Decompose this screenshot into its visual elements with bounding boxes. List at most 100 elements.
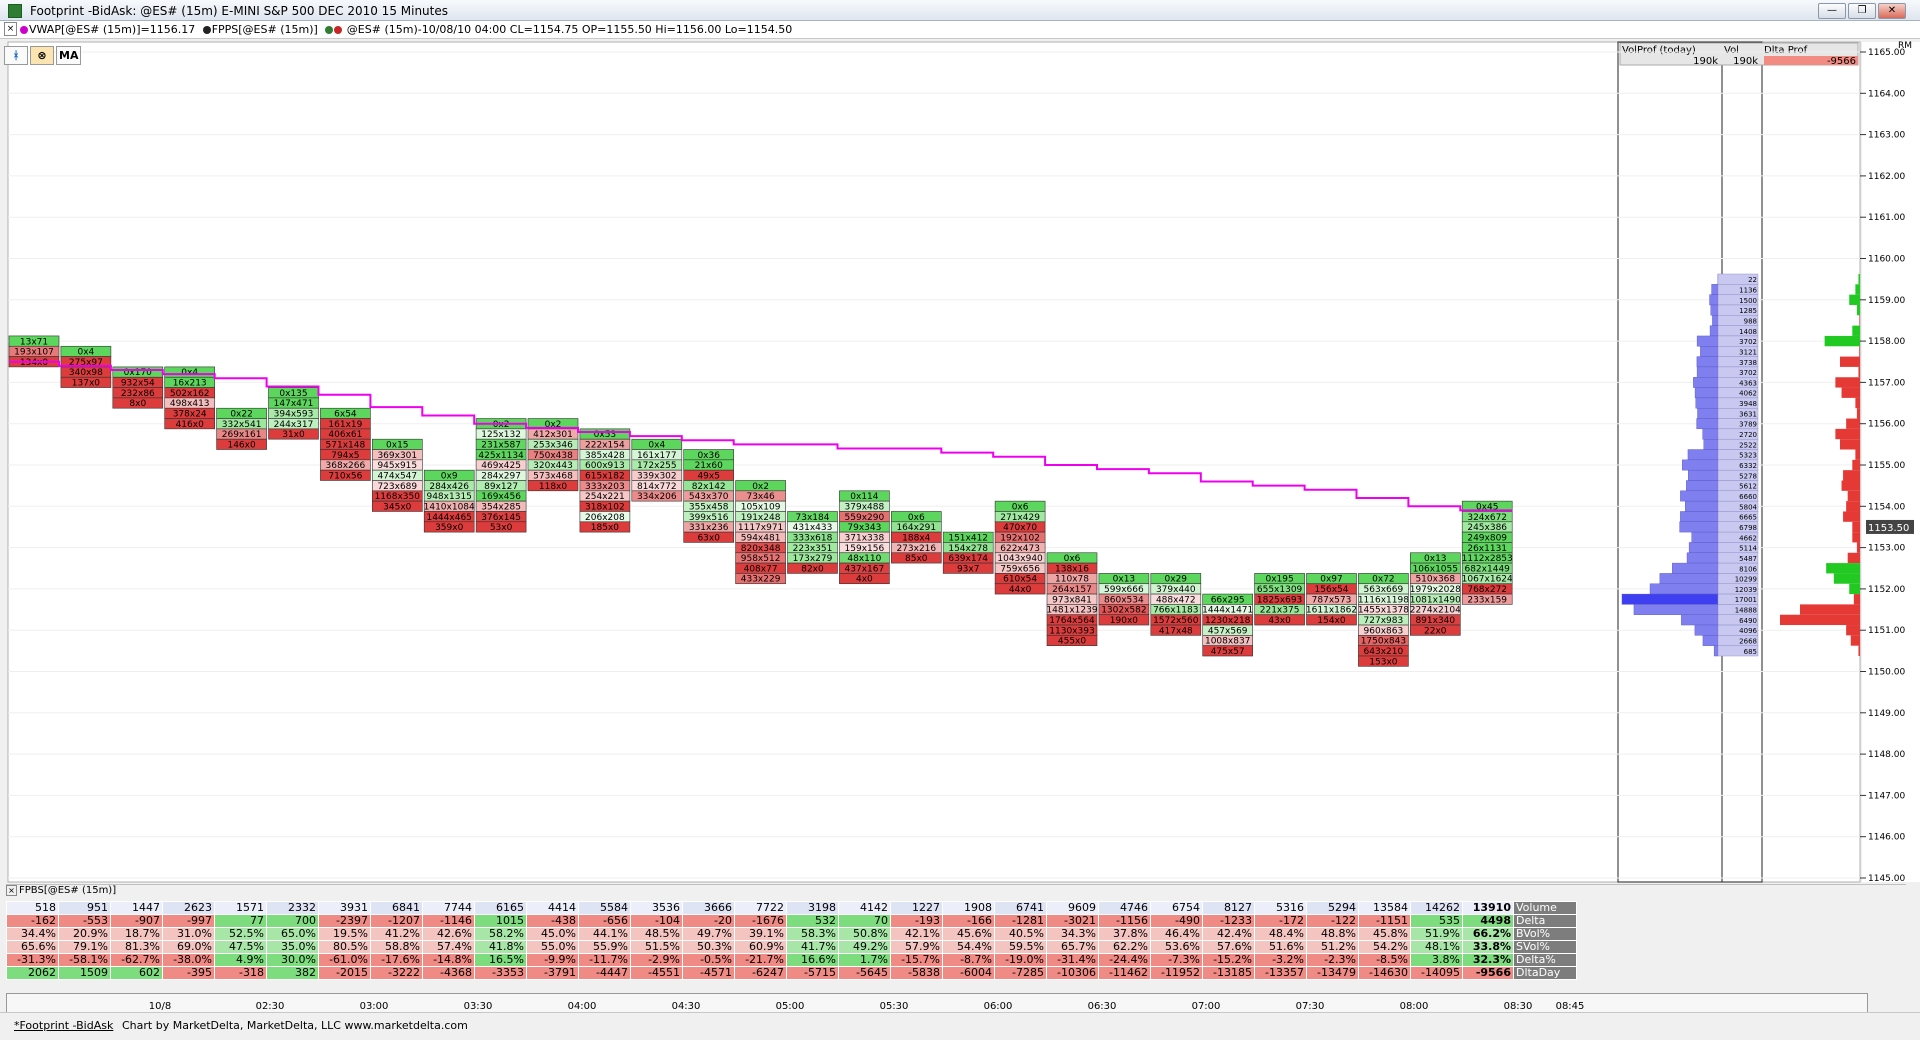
stats-cell: 951 (59, 902, 111, 915)
footprint-cell-label: 1444x465 (426, 513, 471, 523)
footprint-bar: 0x6138x16110x78264x157973x8411481x123917… (1046, 553, 1097, 647)
footprint-cell-label: 475x57 (1211, 647, 1245, 657)
vol-cell-label: 10299 (1735, 576, 1757, 584)
footprint-bar: 0x273x46105x109191x2481117x971594x481820… (736, 480, 786, 584)
time-label: 07:30 (1296, 1001, 1325, 1012)
chart-tool-button[interactable]: ᚼ (4, 46, 28, 65)
footprint-cell-label: 437x167 (845, 564, 885, 574)
stats-cell: 59.5% (995, 941, 1047, 954)
bar-info-label: @ES# (15m)-10/08/10 04:00 CL=1154.75 OP=… (347, 23, 792, 36)
footprint-bar: 0x6271x429470x70192x102622x4731043x94075… (995, 501, 1045, 595)
stats-cell: -193 (891, 915, 943, 928)
volume-profile-bar (1693, 377, 1718, 387)
stats-cell: 33.8% (1463, 941, 1514, 954)
footprint-cell-label: 333x203 (585, 482, 625, 492)
stats-cell: -2.3% (1307, 954, 1359, 967)
stats-cell: 48.8% (1307, 928, 1359, 941)
footprint-cell-label: 21x60 (695, 461, 724, 471)
footprint-chart[interactable]: VolProf (today)VolDlta Prof190k190k-9566… (0, 38, 1920, 884)
vol-cell-label: 3948 (1739, 400, 1757, 408)
delta-profile-bar (1780, 615, 1860, 625)
vol-cell-label: 3702 (1739, 369, 1757, 377)
time-label: 08:00 (1400, 1001, 1429, 1012)
stats-cell: 1509 (59, 967, 111, 980)
window-title: Footprint -BidAsk: @ES# (15m) E-MINI S&P… (30, 4, 448, 18)
chart-tab[interactable]: *Footprint -BidAsk (14, 1019, 113, 1032)
stats-cell: -0.5% (683, 954, 735, 967)
footprint-cell-label: 0x6 (1012, 502, 1029, 512)
footprint-cell-label: 891x340 (1415, 616, 1455, 626)
delta-profile-bar (1846, 625, 1860, 635)
minimize-button[interactable]: — (1818, 3, 1846, 19)
stats-row: 5189511447262315712332393168417744616544… (7, 902, 1577, 915)
volume-profile-bar (1696, 398, 1718, 408)
footprint-cell-label: 794x5 (331, 451, 359, 461)
footprint-cell-label: 79x343 (847, 523, 881, 533)
vol-cell-label: 3738 (1739, 359, 1757, 367)
stats-cell: -13357 (1255, 967, 1307, 980)
target-icon: ⊗ (37, 49, 46, 62)
vol-cell-label: 5114 (1739, 545, 1757, 553)
target-tool-button[interactable]: ⊗ (30, 46, 54, 65)
stats-cell: 42.4% (1203, 928, 1255, 941)
stats-cell: 6754 (1151, 902, 1203, 915)
stats-cell: 58.2% (475, 928, 527, 941)
footprint-bar: 66x2951444x14711230x218457x5691008x83747… (1202, 594, 1253, 657)
footprint-cell-label: 0x6 (1064, 554, 1081, 564)
footprint-cell-label: 31x0 (282, 430, 305, 440)
down-legend-dot (334, 26, 342, 34)
close-subpanel-icon[interactable]: × (6, 885, 17, 896)
volume-profile-bar (1688, 470, 1718, 480)
stats-cell: -2.9% (631, 954, 683, 967)
close-pane-icon[interactable]: × (4, 22, 17, 36)
footprint-cell-label: 385x428 (585, 451, 625, 461)
stats-cell: -5715 (787, 967, 839, 980)
footprint-cell-label: 1302x582 (1101, 606, 1146, 616)
vol-cell-label: 2522 (1739, 441, 1757, 449)
footprint-cell-label: 571x148 (326, 441, 366, 451)
maximize-button[interactable]: ❐ (1848, 3, 1876, 19)
stats-cell: 57.6% (1203, 941, 1255, 954)
stats-cell: -6247 (735, 967, 787, 980)
footprint-cell-label: 932x54 (121, 379, 155, 389)
vol-cell-label: 14888 (1735, 607, 1757, 615)
volume-profile-bar (1622, 594, 1718, 604)
price-label: 1162.00 (1868, 172, 1905, 182)
volume-profile-bar (1689, 542, 1718, 552)
delta-profile-bar (1849, 295, 1860, 305)
close-button[interactable]: ✕ (1878, 3, 1906, 19)
footprint-cell-label: 0x13 (1113, 575, 1136, 585)
footprint-bar: 0x195655x13091825x693221x37543x0 (1255, 573, 1305, 626)
ma-button[interactable]: MA (56, 46, 81, 65)
delta-profile-bar (1859, 346, 1860, 356)
stats-cell: 58.8% (371, 941, 423, 954)
footprint-cell-label: 600x913 (585, 461, 625, 471)
volprof-label: VolProf (today) (1622, 45, 1696, 56)
stats-cell: 54.2% (1359, 941, 1411, 954)
footprint-cell-label: 406x61 (328, 430, 362, 440)
stats-cell: -395 (163, 967, 215, 980)
footprint-cell-label: 457x569 (1208, 626, 1248, 636)
volume-profile-bar (1697, 408, 1718, 418)
time-label: 05:00 (776, 1001, 805, 1012)
stats-cell: 20.9% (59, 928, 111, 941)
footprint-cell-label: 0x2 (752, 482, 769, 492)
stats-cell: -9.9% (527, 954, 579, 967)
app-icon (8, 4, 22, 18)
stats-cell: 18.7% (111, 928, 163, 941)
stats-cell: 1571 (215, 902, 267, 915)
vol-cell-label: 4062 (1739, 390, 1757, 398)
footprint-cell-label: 172x255 (637, 461, 677, 471)
delta-profile-bar (1854, 594, 1860, 604)
footprint-cell-label: 66x295 (1211, 595, 1245, 605)
stats-cell: 9609 (1047, 902, 1099, 915)
volume-profile-bar (1634, 604, 1718, 614)
stats-cell: 41.2% (371, 928, 423, 941)
footprint-cell-label: 379x440 (1156, 585, 1196, 595)
stats-cell: -3021 (1047, 915, 1099, 928)
stats-cell: 60.9% (735, 941, 787, 954)
credit-text: Chart by MarketDelta, MarketDelta, LLC w… (122, 1019, 468, 1032)
stats-cell: -4368 (423, 967, 475, 980)
vol-cell-label: 1285 (1739, 307, 1757, 315)
footprint-cell-label: 125x132 (481, 430, 521, 440)
